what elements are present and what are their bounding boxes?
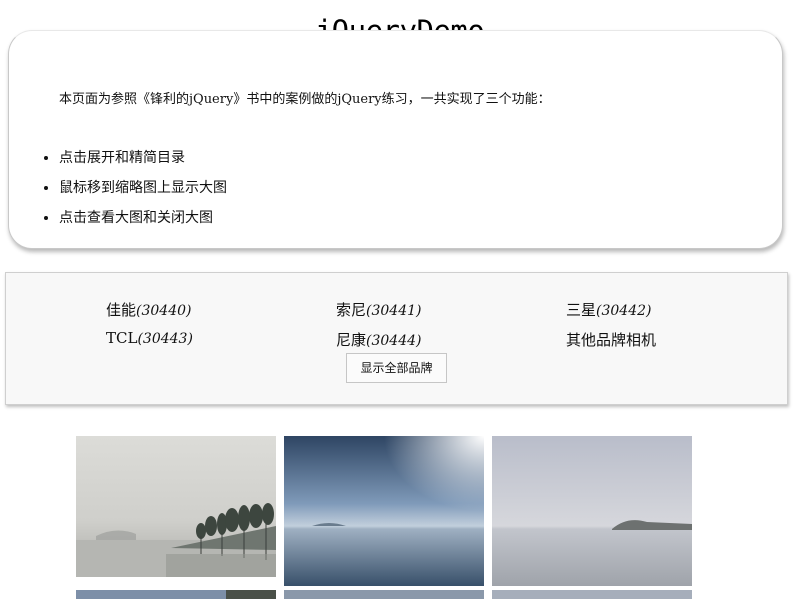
show-all-brands-button[interactable]: 显示全部品牌	[346, 353, 447, 383]
lake-photo[interactable]	[284, 590, 484, 599]
brand-count: (30442)	[596, 303, 652, 319]
feature-label: 鼠标移到缩略图上显示大图	[59, 180, 227, 196]
hazy-lake-island-photo[interactable]	[492, 436, 692, 586]
brand-name: 尼康	[336, 331, 367, 349]
intro-panel: 本页面为参照《锋利的jQuery》书中的案例做的jQuery练习，一共实现了三个…	[8, 30, 783, 249]
brand-link-nikon[interactable]: 尼康(30444)	[336, 329, 421, 350]
brand-count: (30440)	[136, 303, 192, 319]
brand-name: 其他品牌相机	[566, 331, 657, 349]
bullet-icon	[44, 216, 48, 220]
bullet-icon	[44, 156, 48, 160]
feature-item: 点击展开和精简目录	[44, 145, 227, 175]
brand-count: (30444)	[366, 333, 422, 349]
bullet-icon	[44, 186, 48, 190]
foggy-lakeshore-photo[interactable]	[76, 436, 276, 577]
brand-link-tcl[interactable]: TCL(30443)	[106, 329, 193, 347]
brand-name: 索尼	[336, 301, 367, 319]
brand-name: 佳能	[106, 301, 137, 319]
brand-name: TCL	[106, 329, 138, 347]
brand-link-sony[interactable]: 索尼(30441)	[336, 299, 421, 320]
feature-label: 点击展开和精简目录	[59, 150, 185, 166]
calm-lake-sunlight-photo[interactable]	[284, 436, 484, 586]
brand-name: 三星	[566, 301, 597, 319]
feature-item: 鼠标移到缩略图上显示大图	[44, 175, 227, 205]
brand-link-samsung[interactable]: 三星(30442)	[566, 299, 651, 320]
intro-text: 本页面为参照《锋利的jQuery》书中的案例做的jQuery练习，一共实现了三个…	[59, 92, 551, 107]
brand-link-canon[interactable]: 佳能(30440)	[106, 299, 191, 320]
page: jQueryDemo 本页面为参照《锋利的jQuery》书中的案例做的jQuer…	[0, 0, 799, 599]
brand-link-other[interactable]: 其他品牌相机	[566, 329, 656, 350]
lake-photo[interactable]	[76, 590, 276, 599]
feature-label: 点击查看大图和关闭大图	[59, 210, 213, 226]
feature-item: 点击查看大图和关闭大图	[44, 205, 227, 235]
lake-photo[interactable]	[492, 590, 692, 599]
brand-count: (30441)	[366, 303, 422, 319]
brand-count: (30443)	[137, 331, 193, 347]
feature-list: 点击展开和精简目录 鼠标移到缩略图上显示大图 点击查看大图和关闭大图	[44, 145, 227, 235]
brand-list-panel: 佳能(30440) 索尼(30441) 三星(30442) TCL(30443)…	[5, 272, 788, 405]
